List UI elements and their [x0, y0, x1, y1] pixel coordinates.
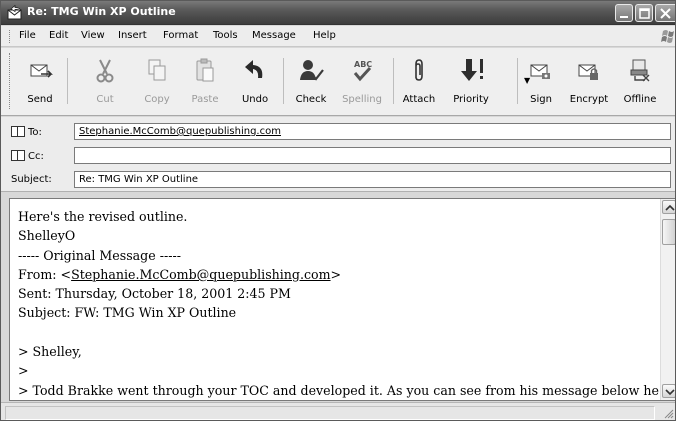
- spelling-label: Spelling: [342, 94, 382, 105]
- chevron-up-icon: [665, 204, 675, 211]
- compose-window: Re: TMG Win XP Outline File Edit View In…: [0, 0, 676, 421]
- toolbar-separator: [393, 58, 394, 104]
- paste-icon: [196, 58, 214, 82]
- menu-format[interactable]: Format: [163, 30, 198, 41]
- priority-icon: [461, 59, 483, 81]
- offline-button[interactable]: Offline: [619, 52, 661, 110]
- encrypt-icon: [578, 64, 598, 80]
- chevron-down-icon: [665, 389, 675, 396]
- body-line: > Todd Brakke went through your TOC and …: [18, 382, 659, 398]
- to-label[interactable]: To:: [11, 126, 42, 138]
- body-line: ShelleyO: [18, 228, 76, 244]
- sign-icon: [530, 64, 550, 79]
- title-bar[interactable]: Re: TMG Win XP Outline: [1, 1, 675, 25]
- menu-message[interactable]: Message: [252, 30, 296, 41]
- toolbar-grip[interactable]: [9, 53, 11, 109]
- body-line: >: [18, 363, 29, 379]
- check-names-icon: [300, 60, 324, 81]
- body-line: Here's the revised outline.: [18, 209, 188, 224]
- check-names-button[interactable]: Check: [291, 52, 331, 110]
- sign-button[interactable]: Sign: [523, 52, 559, 110]
- toolbar-separator: [67, 58, 68, 104]
- body-line: Sent: Thursday, October 18, 2001 2:45 PM: [18, 286, 291, 302]
- cc-label[interactable]: Cc:: [11, 150, 44, 162]
- sign-label: Sign: [530, 94, 552, 105]
- window-title: Re: TMG Win XP Outline: [27, 5, 176, 18]
- menu-view[interactable]: View: [81, 30, 105, 41]
- send-label: Send: [27, 94, 53, 105]
- body-line: > Shelley,: [18, 344, 82, 360]
- menu-tools[interactable]: Tools: [213, 30, 238, 41]
- status-bar: [1, 402, 675, 420]
- body-from-line: From: <Stephanie.McComb@quepublishing.co…: [18, 265, 658, 284]
- maximize-button[interactable]: [635, 4, 653, 22]
- undo-button[interactable]: Undo: [235, 52, 275, 110]
- spelling-icon: ABC: [353, 60, 372, 82]
- check-label: Check: [295, 94, 327, 105]
- menu-grip[interactable]: [9, 30, 11, 43]
- offline-icon: [630, 59, 650, 82]
- message-body-text[interactable]: Here's the revised outline. ShelleyO ---…: [18, 207, 659, 400]
- toolbar-separator: [283, 58, 284, 104]
- copy-icon: [148, 59, 166, 81]
- paste-button[interactable]: Paste: [185, 52, 225, 110]
- body-line: [18, 323, 658, 342]
- offline-label: Offline: [623, 94, 657, 105]
- from-prefix: From: <: [18, 266, 72, 282]
- send-icon: [30, 64, 53, 78]
- cc-field[interactable]: [74, 147, 671, 164]
- cc-label-text: Cc:: [28, 151, 44, 162]
- undo-label: Undo: [241, 94, 269, 105]
- windows-logo-icon: [661, 28, 675, 45]
- send-button[interactable]: Send: [19, 52, 61, 110]
- vertical-scrollbar[interactable]: [660, 199, 675, 400]
- toolbar-separator: [517, 58, 518, 104]
- address-book-icon: [11, 126, 25, 137]
- spelling-button[interactable]: ABC Spelling: [337, 52, 387, 110]
- cut-button[interactable]: Cut: [87, 52, 123, 110]
- paste-label: Paste: [191, 94, 219, 105]
- scrollbar-thumb[interactable]: [662, 219, 675, 245]
- to-recipient[interactable]: Stephanie.McComb@quepublishing.com: [79, 126, 281, 137]
- copy-label: Copy: [144, 94, 170, 105]
- scissors-icon: [96, 59, 114, 83]
- attach-label: Attach: [402, 94, 436, 105]
- resize-grip-icon[interactable]: [663, 408, 674, 419]
- menu-insert[interactable]: Insert: [118, 30, 147, 41]
- cut-label: Cut: [96, 94, 114, 105]
- from-suffix: >: [330, 266, 342, 282]
- body-line: ----- Original Message -----: [18, 247, 181, 263]
- toolbar: Send Cut Copy Paste Undo Check ABC Spell…: [1, 48, 675, 116]
- to-field[interactable]: Stephanie.McComb@quepublishing.com: [74, 123, 671, 140]
- subject-field[interactable]: Re: TMG Win XP Outline: [74, 171, 671, 188]
- body-line: Subject: FW: TMG Win XP Outline: [18, 305, 237, 321]
- status-pane: [5, 406, 655, 420]
- scroll-up-button[interactable]: [662, 200, 675, 214]
- priority-button[interactable]: Priority: [445, 52, 497, 110]
- menu-edit[interactable]: Edit: [49, 30, 68, 41]
- priority-label: Priority: [453, 94, 489, 105]
- address-book-icon: [11, 150, 25, 161]
- encrypt-label: Encrypt: [569, 94, 609, 105]
- menu-file[interactable]: File: [19, 30, 36, 41]
- undo-icon: [245, 60, 263, 78]
- copy-button[interactable]: Copy: [139, 52, 175, 110]
- encrypt-button[interactable]: Encrypt: [563, 52, 615, 110]
- menu-bar: File Edit View Insert Format Tools Messa…: [1, 26, 675, 47]
- paperclip-icon: [415, 59, 423, 81]
- message-headers: To: Stephanie.McComb@quepublishing.com C…: [1, 117, 675, 192]
- scroll-down-button[interactable]: [662, 384, 675, 398]
- close-button[interactable]: [655, 4, 675, 22]
- attach-button[interactable]: Attach: [399, 52, 439, 110]
- subject-label: Subject:: [11, 174, 52, 185]
- menu-help[interactable]: Help: [313, 30, 336, 41]
- mail-reply-icon: [7, 4, 23, 20]
- from-email-link[interactable]: Stephanie.McComb@quepublishing.com: [71, 267, 330, 282]
- minimize-button[interactable]: [615, 4, 633, 22]
- to-label-text: To:: [28, 127, 42, 138]
- message-body[interactable]: Here's the revised outline. ShelleyO ---…: [9, 198, 675, 401]
